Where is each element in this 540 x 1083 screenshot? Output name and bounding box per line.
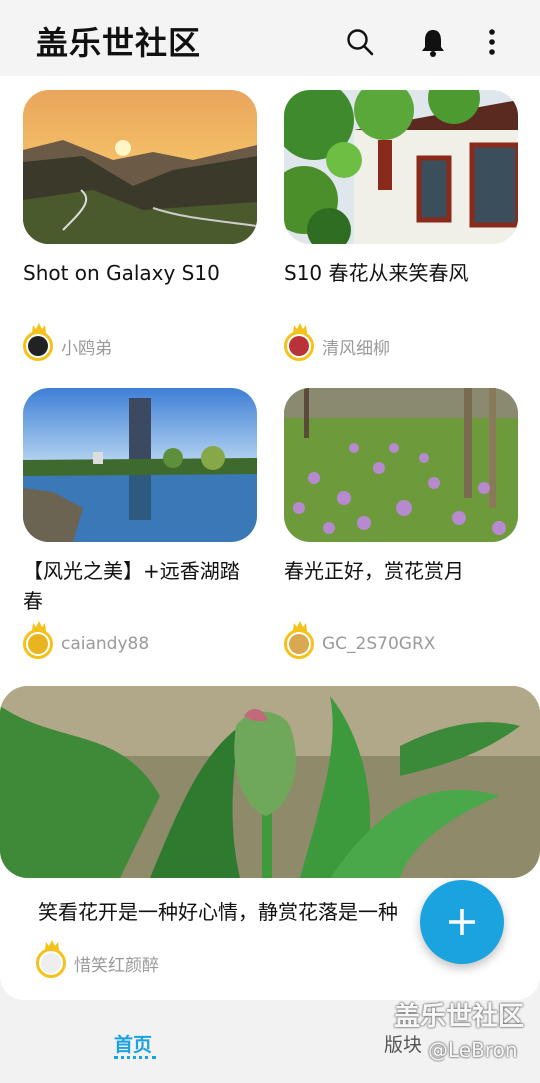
post-card[interactable]: 春光正好，赏花赏月 GC_2S70GRX — [284, 388, 518, 662]
post-title[interactable]: S10 春花从来笑春风 — [284, 258, 518, 318]
author-name[interactable]: GC_2S70GRX — [322, 634, 435, 654]
post-title[interactable]: Shot on Galaxy S10 — [23, 258, 257, 318]
lake-tower-photo[interactable] — [23, 388, 257, 542]
post-author[interactable]: 清风细柳 — [284, 323, 518, 364]
active-tab-indicator — [114, 1056, 156, 1059]
post-feed: Shot on Galaxy S10 小鸥弟 S10 春花从来笑春风 清风细柳 … — [0, 76, 540, 1000]
bell-icon[interactable] — [417, 26, 449, 58]
crown-icon — [32, 621, 46, 631]
crown-icon — [32, 323, 46, 333]
new-post-button[interactable] — [420, 880, 504, 964]
search-icon[interactable] — [344, 26, 376, 58]
watermark: @LeBron — [428, 1038, 518, 1062]
tab-boards[interactable]: 版块 — [384, 1030, 422, 1057]
post-author[interactable]: caiandy88 — [23, 621, 257, 662]
purple-flowers-photo[interactable] — [284, 388, 518, 542]
post-card[interactable]: Shot on Galaxy S10 小鸥弟 — [23, 90, 257, 364]
post-title[interactable]: 【风光之美】+远香湖踏春 — [23, 556, 257, 616]
avatar[interactable] — [36, 940, 66, 978]
post-card[interactable]: 【风光之美】+远香湖踏春 caiandy88 — [23, 388, 257, 662]
plus-icon — [449, 909, 475, 935]
post-author[interactable]: GC_2S70GRX — [284, 621, 518, 662]
crown-icon — [293, 621, 307, 631]
author-name[interactable]: 小鸥弟 — [61, 334, 112, 359]
author-name[interactable]: caiandy88 — [61, 634, 149, 654]
crown-icon — [293, 323, 307, 333]
post-author[interactable]: 惜笑红颜醉 — [36, 940, 159, 978]
avatar[interactable] — [284, 323, 314, 361]
watermark: 盖乐世社区 — [394, 1002, 525, 1032]
app-title: 盖乐世社区 — [36, 24, 202, 62]
sunset-valley-photo[interactable] — [23, 90, 257, 244]
avatar[interactable] — [284, 621, 314, 659]
top-app-bar: 盖乐世社区 — [0, 0, 540, 76]
house-and-branches-photo[interactable] — [284, 90, 518, 244]
post-title[interactable]: 春光正好，赏花赏月 — [284, 556, 518, 616]
crown-icon — [45, 940, 59, 950]
tulip-bud-photo[interactable] — [0, 686, 540, 878]
post-author[interactable]: 小鸥弟 — [23, 323, 257, 364]
avatar[interactable] — [23, 621, 53, 659]
author-name[interactable]: 惜笑红颜醉 — [74, 951, 159, 976]
tab-home[interactable]: 首页 — [114, 1030, 152, 1057]
post-title[interactable]: 笑看花开是一种好心情，静赏花落是一种 — [38, 896, 438, 925]
avatar[interactable] — [23, 323, 53, 361]
post-card[interactable]: S10 春花从来笑春风 清风细柳 — [284, 90, 518, 364]
author-name[interactable]: 清风细柳 — [322, 334, 390, 359]
more-vertical-icon[interactable] — [476, 26, 508, 58]
